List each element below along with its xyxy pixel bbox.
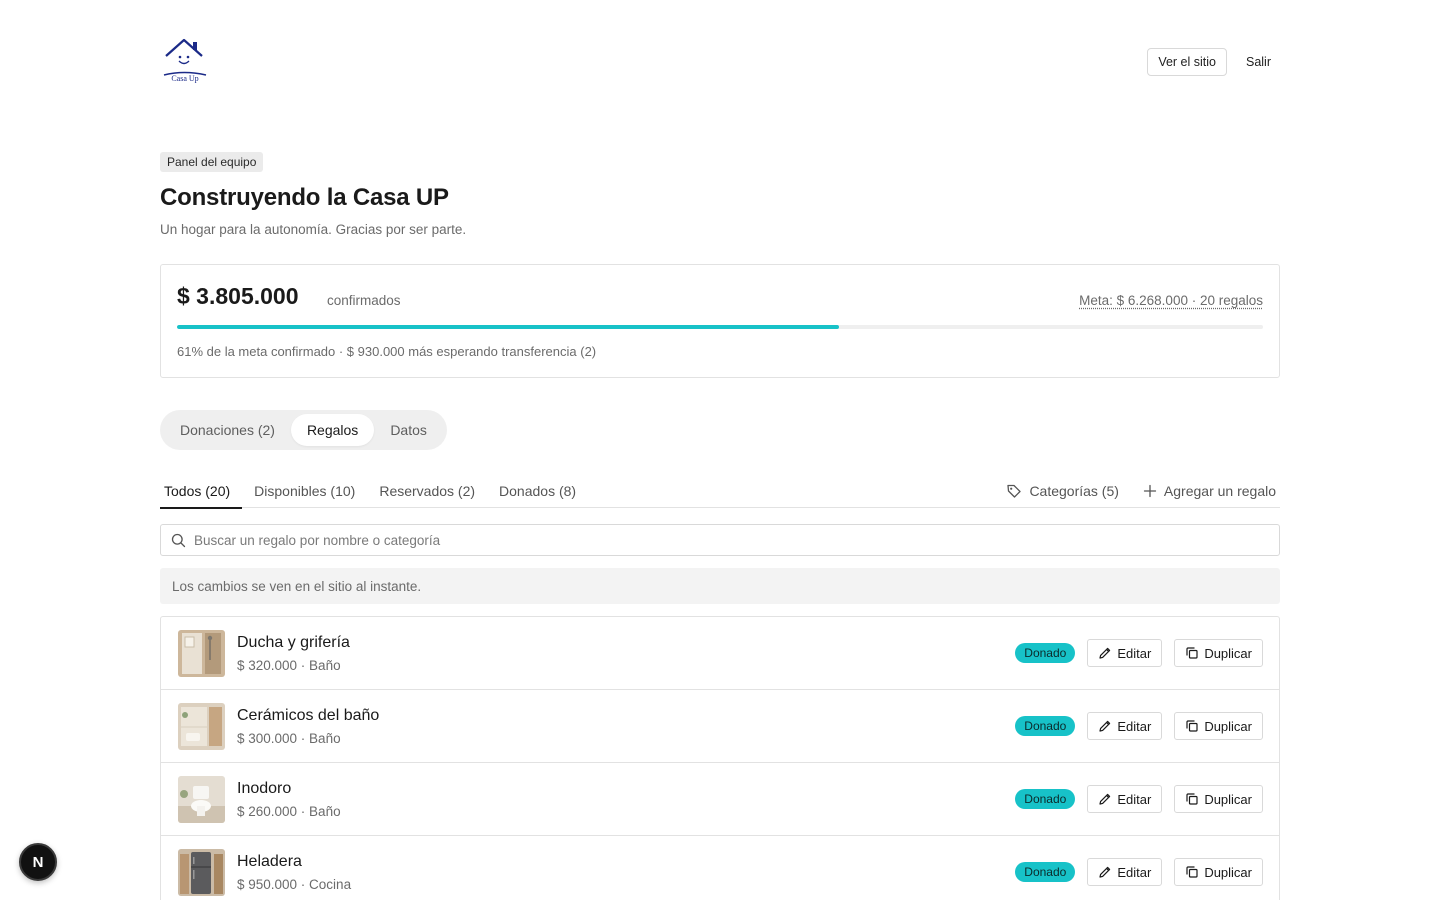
- logo-text: Casa Up: [171, 74, 199, 83]
- pencil-icon: [1099, 866, 1111, 878]
- gift-filter-tabs: Todos (20) Disponibles (10) Reservados (2)…: [160, 474, 596, 509]
- gift-row: Heladera $ 950.000 · Cocina Donado Editar Du…: [161, 836, 1279, 900]
- edit-label: Editar: [1117, 864, 1152, 880]
- next-dev-badge[interactable]: N: [19, 843, 57, 881]
- confirmed-label: confirmados: [327, 293, 401, 308]
- gift-thumbnail: [178, 776, 225, 823]
- duplicate-gift-button[interactable]: Duplicar: [1174, 639, 1263, 667]
- gift-list: Ducha y grifería $ 320.000 · Baño Donado Ed…: [160, 616, 1280, 900]
- categories-label: Categorías (5): [1029, 483, 1119, 499]
- filter-tab-todos[interactable]: Todos (20): [160, 474, 243, 509]
- panel-badge: Panel del equipo: [160, 152, 264, 172]
- segment-donaciones[interactable]: Donaciones (2): [164, 414, 291, 446]
- edit-label: Editar: [1117, 791, 1152, 807]
- copy-icon: [1186, 720, 1198, 732]
- page-subtitle: Un hogar para la autonomía. Gracias por …: [160, 222, 467, 237]
- gift-thumbnail: [178, 703, 225, 750]
- gift-actions: Donado Editar Duplicar: [1015, 785, 1263, 813]
- tag-icon: [1007, 484, 1022, 498]
- gift-actions: Donado Editar Duplicar: [1015, 712, 1263, 740]
- gift-price-category: $ 260.000 · Baño: [237, 804, 341, 819]
- page-title: Construyendo la Casa UP: [160, 184, 449, 211]
- edit-gift-button[interactable]: Editar: [1087, 639, 1163, 667]
- edit-gift-button[interactable]: Editar: [1087, 785, 1163, 813]
- gift-thumbnail: [178, 630, 225, 677]
- copy-icon: [1186, 793, 1198, 805]
- progress-note: 61% de la meta confirmado · $ 930.000 má…: [177, 344, 597, 359]
- add-gift-button[interactable]: Agregar un regalo: [1143, 483, 1276, 499]
- plus-icon: [1143, 484, 1157, 498]
- logout-button[interactable]: Salir: [1237, 48, 1280, 76]
- edit-label: Editar: [1117, 718, 1152, 734]
- gift-actions: Donado Editar Duplicar: [1015, 858, 1263, 886]
- duplicate-label: Duplicar: [1204, 864, 1252, 880]
- duplicate-gift-button[interactable]: Duplicar: [1174, 858, 1263, 886]
- gift-filter-bar: Todos (20) Disponibles (10) Reservados (2)…: [160, 474, 1280, 509]
- gift-price-category: $ 300.000 · Baño: [237, 731, 341, 746]
- duplicate-label: Duplicar: [1204, 791, 1252, 807]
- goal-progress-fill: [177, 325, 840, 329]
- duplicate-gift-button[interactable]: Duplicar: [1174, 785, 1263, 813]
- gift-name: Inodoro: [237, 780, 292, 797]
- pencil-icon: [1099, 647, 1111, 659]
- segment-regalos[interactable]: Regalos: [290, 414, 375, 446]
- confirmed-amount: $ 3.805.000: [177, 283, 299, 309]
- gift-thumbnail: [178, 849, 225, 896]
- copy-icon: [1186, 866, 1198, 878]
- goal-link[interactable]: Meta: $ 6.268.000 · 20 regalos: [1079, 293, 1263, 308]
- status-badge: Donado: [1015, 789, 1076, 809]
- filter-tab-donados[interactable]: Donados (8): [495, 474, 588, 508]
- filter-actions: Categorías (5) Agregar un regalo: [1006, 474, 1276, 508]
- duplicate-label: Duplicar: [1204, 718, 1252, 734]
- edit-label: Editar: [1117, 645, 1152, 661]
- duplicate-label: Duplicar: [1204, 645, 1252, 661]
- categories-button[interactable]: Categorías (5): [1006, 483, 1119, 499]
- edit-gift-button[interactable]: Editar: [1087, 712, 1163, 740]
- gift-search-input[interactable]: [194, 532, 1254, 548]
- filter-tab-disponibles[interactable]: Disponibles (10): [250, 474, 367, 508]
- live-changes-notice: Los cambios se ven en el sitio al instan…: [160, 568, 1280, 604]
- gift-price-category: $ 950.000 · Cocina: [237, 877, 352, 892]
- add-gift-label: Agregar un regalo: [1163, 483, 1276, 499]
- status-badge: Donado: [1015, 716, 1076, 736]
- house-logo-icon: [163, 38, 207, 76]
- status-badge: Donado: [1015, 643, 1076, 663]
- gift-row: Cerámicos del baño $ 300.000 · Baño Donado…: [161, 690, 1279, 763]
- casa-up-logo[interactable]: Casa Up: [160, 36, 210, 88]
- edit-gift-button[interactable]: Editar: [1087, 858, 1163, 886]
- search-icon: [171, 533, 186, 547]
- duplicate-gift-button[interactable]: Duplicar: [1174, 712, 1263, 740]
- copy-icon: [1186, 647, 1198, 659]
- pencil-icon: [1099, 720, 1111, 732]
- filter-tab-reservados[interactable]: Reservados (2): [375, 474, 487, 508]
- status-badge: Donado: [1015, 862, 1076, 882]
- gift-name: Heladera: [237, 853, 302, 870]
- header-actions: Ver el sitio Salir: [1147, 48, 1280, 76]
- gift-row: Ducha y grifería $ 320.000 · Baño Donado Ed…: [161, 617, 1279, 690]
- gift-row: Inodoro $ 260.000 · Baño Donado Editar Dupli…: [161, 763, 1279, 836]
- gift-name: Cerámicos del baño: [237, 707, 380, 724]
- goal-progress-bar: [177, 325, 1263, 329]
- segment-datos[interactable]: Datos: [374, 414, 443, 446]
- view-site-button[interactable]: Ver el sitio: [1147, 48, 1227, 76]
- section-switcher: Donaciones (2) Regalos Datos: [160, 410, 447, 450]
- top-header: Casa Up Ver el sitio Salir: [160, 36, 1280, 88]
- gift-search-box: [160, 524, 1280, 556]
- funding-summary-card: $ 3.805.000 confirmados Meta: $ 6.268.00…: [160, 264, 1280, 378]
- gift-name: Ducha y grifería: [237, 634, 350, 651]
- gift-price-category: $ 320.000 · Baño: [237, 658, 341, 673]
- pencil-icon: [1099, 793, 1111, 805]
- gift-actions: Donado Editar Duplicar: [1015, 639, 1263, 667]
